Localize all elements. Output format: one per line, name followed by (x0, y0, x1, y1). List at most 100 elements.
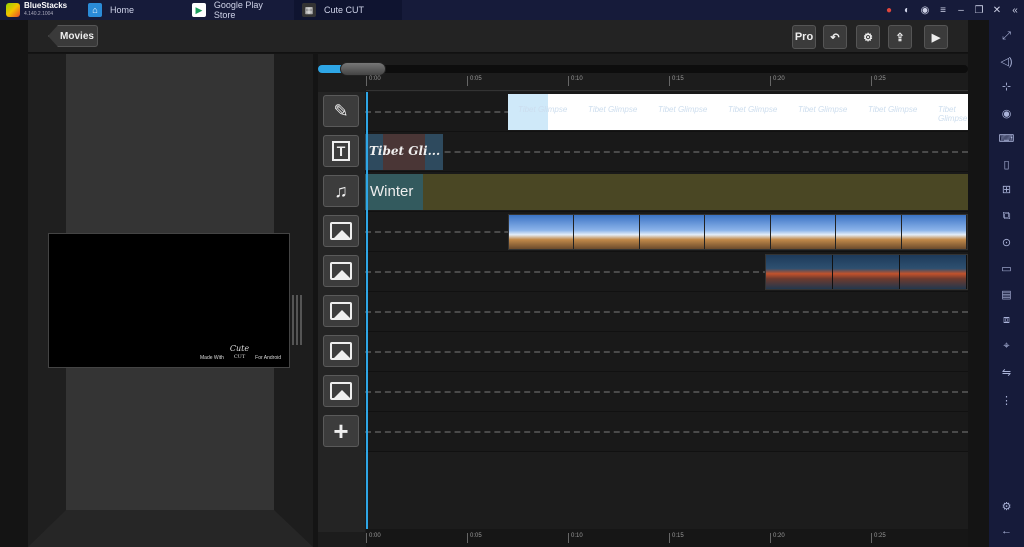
play-store-icon: ▶ (192, 3, 206, 17)
track-row-image-5 (365, 372, 968, 412)
restore-icon[interactable]: ❐ (970, 5, 988, 16)
export-button[interactable]: ⇪ (888, 25, 912, 49)
video-frame-thumbnail (705, 215, 771, 249)
fullscreen-icon[interactable]: ⤢ (989, 30, 1024, 43)
phone-icon[interactable]: ▯ (989, 158, 1024, 171)
track-row-text: Tibet Gli... (365, 132, 968, 172)
title-clip-label: Tibet Glimpse (588, 105, 638, 114)
close-icon[interactable]: ✕ (988, 5, 1006, 16)
tab-home[interactable]: ⌂ Home (80, 0, 184, 20)
text-track-button[interactable]: T (323, 135, 359, 167)
pointer-lock-icon[interactable]: ⊹ (989, 80, 1024, 93)
video-frame-thumbnail (901, 215, 967, 249)
multi-instance-icon[interactable]: ⧈ (989, 314, 1024, 327)
empty-track-line (365, 431, 968, 433)
bell-icon[interactable]: ◐ (898, 5, 916, 16)
gamepad-icon[interactable]: ⊞ (989, 183, 1024, 196)
expand-sidebar-icon[interactable]: « (1006, 5, 1024, 16)
magic-wand-icon: ✎ (333, 100, 349, 121)
music-clip[interactable]: Winter (365, 174, 968, 210)
play-button[interactable]: ▶ (924, 25, 948, 49)
track-row-music: Winter (365, 172, 968, 212)
more-icon[interactable]: ⋮ (989, 394, 1024, 407)
keyboard-icon[interactable]: ⌨ (989, 132, 1024, 145)
video-clip-mountain[interactable] (765, 254, 968, 290)
tick-label: 0:25 (871, 533, 886, 543)
empty-track-line (365, 351, 968, 353)
empty-track-line (365, 311, 968, 313)
image-icon (330, 382, 352, 400)
volume-icon[interactable]: ◁) (989, 55, 1024, 68)
record-icon[interactable]: ▭ (989, 262, 1024, 275)
cute-cut-app: Movies Pro ↶ ⚙ ⇪ ▶ Made With Cute CUT Fo… (0, 20, 989, 547)
image-track-button[interactable] (323, 255, 359, 287)
video-frame-thumbnail (766, 255, 833, 289)
video-frame-thumbnail (639, 215, 706, 249)
settings-icon[interactable]: ⚙ (989, 500, 1024, 513)
play-icon: ▶ (931, 31, 941, 44)
watermark-made-with: Made With (200, 355, 224, 361)
music-note-icon: ♫ (334, 180, 348, 201)
bluestacks-sidebar: ⤢ ◁) ⊹ ◉ ⌨ ▯ ⊞ ⧉ ⊙ ▭ ▤ ⧈ ⌖ ⇋ ⋮ ⚙ ← (989, 20, 1024, 547)
title-clip-label: Tibet Glimpse (868, 105, 918, 114)
title-clip[interactable]: Tibet Glimpse Tibet Glimpse Tibet Glimps… (508, 94, 968, 130)
location-icon[interactable]: ⌖ (989, 340, 1024, 353)
shake-icon[interactable]: ⇋ (989, 366, 1024, 379)
image-track-button[interactable] (323, 335, 359, 367)
track-row-video-1 (365, 212, 968, 252)
account-icon[interactable]: ◉ (916, 5, 934, 16)
video-clip-sky[interactable] (508, 214, 968, 250)
image-track-button[interactable] (323, 375, 359, 407)
empty-track-line (365, 151, 968, 153)
zoom-slider[interactable] (318, 62, 968, 76)
undo-button[interactable]: ↶ (823, 25, 847, 49)
plus-icon: + (333, 415, 349, 446)
menu-icon[interactable]: ≡ (934, 5, 952, 16)
time-ruler-bottom: 0:00 0:05 0:10 0:15 0:20 0:25 (366, 529, 968, 547)
zoom-slider-knob[interactable] (340, 62, 386, 76)
track-row-video-2 (365, 252, 968, 292)
tab-cute-cut[interactable]: ▦ Cute CUT (294, 0, 402, 20)
tick-label: 0:00 (366, 76, 381, 86)
text-clip[interactable]: Tibet Gli... (365, 134, 443, 170)
add-track-button[interactable]: + (323, 415, 359, 447)
tab-cute-label: Cute CUT (324, 5, 365, 15)
tick-label: 0:10 (568, 533, 583, 543)
tab-google-play-store[interactable]: ▶ Google Play Store (184, 0, 294, 20)
tick-label: 0:05 (467, 76, 482, 86)
zoom-slider-track (318, 65, 968, 73)
movies-back-button[interactable]: Movies (48, 25, 98, 47)
timeline: 0:00 0:05 0:10 0:15 0:20 0:25 ✎ T ♫ + Ti… (318, 54, 968, 547)
image-track-button[interactable] (323, 215, 359, 247)
music-track-button[interactable]: ♫ (323, 175, 359, 207)
playhead[interactable] (366, 92, 368, 547)
title-clip-label: Tibet Glimpse (518, 105, 568, 114)
tick-label: 0:20 (770, 533, 785, 543)
video-frame-thumbnail (509, 215, 575, 249)
tick-label: 0:15 (669, 533, 684, 543)
effects-track-button[interactable]: ✎ (323, 95, 359, 127)
preview-floor (28, 510, 313, 547)
image-icon (330, 342, 352, 360)
watermark-cut: CUT (233, 354, 246, 360)
folder-icon[interactable]: ▤ (989, 288, 1024, 301)
text-icon: T (331, 141, 351, 161)
brand-name: BlueStacks (24, 1, 68, 10)
undo-icon: ↶ (830, 31, 840, 44)
minimize-icon[interactable]: – (952, 5, 970, 16)
resize-grip[interactable] (292, 295, 302, 345)
video-preview[interactable]: Made With Cute CUT For Android (48, 233, 290, 368)
image-track-button[interactable] (323, 295, 359, 327)
settings-button[interactable]: ⚙ (856, 25, 880, 49)
app-toolbar: Movies Pro ↶ ⚙ ⇪ ▶ (28, 20, 968, 53)
camera-icon[interactable]: ⊙ (989, 236, 1024, 249)
copy-icon[interactable]: ⧉ (989, 210, 1024, 223)
tab-play-label: Google Play Store (213, 0, 263, 20)
notification-icon[interactable]: ● (880, 5, 898, 16)
clapperboard-icon: ▦ (302, 3, 316, 17)
time-ruler[interactable]: 0:00 0:05 0:10 0:15 0:20 0:25 (366, 76, 968, 91)
video-frame-thumbnail (833, 255, 900, 289)
eye-icon[interactable]: ◉ (989, 107, 1024, 120)
pro-button[interactable]: Pro (792, 25, 816, 49)
back-arrow-icon[interactable]: ← (989, 525, 1024, 537)
